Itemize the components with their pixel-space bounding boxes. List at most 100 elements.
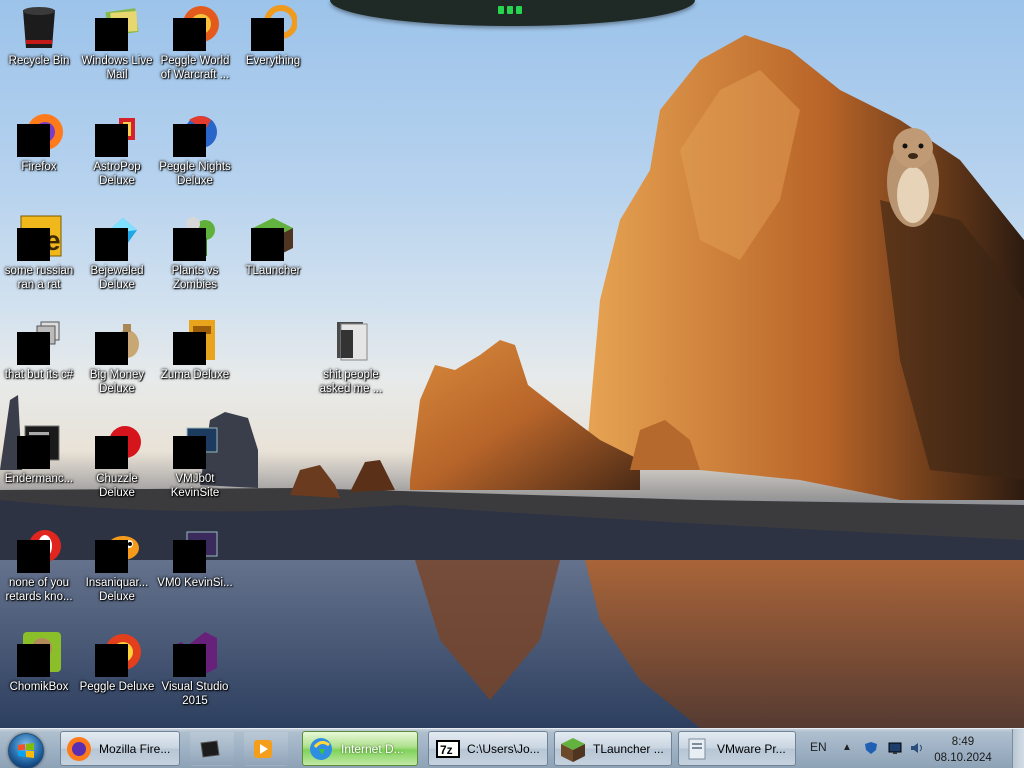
recycle-bin-icon [15,4,63,52]
insaniquarium-icon [93,526,141,574]
desktop-icon-label: Endermanc... [4,473,74,485]
taskbar-button-internet-download-manager[interactable]: Internet D... [302,731,418,766]
desktop-icon-label: Recycle Bin [8,55,70,67]
desktop-icon-insaniquarium[interactable]: Insaniquar... Deluxe [78,526,156,604]
vmware-icon [683,735,711,763]
desktop-icon-that-but-its-csharp[interactable]: that but its c# [0,318,78,382]
desktop-icon-tlauncher[interactable]: TLauncher [234,214,312,278]
desktop-icon-label: Chuzzle Deluxe [96,473,138,499]
desktop-icon-everything[interactable]: Everything [234,4,312,68]
opera-icon [15,526,63,574]
visual-studio-icon [171,630,219,678]
bejeweled-icon [93,214,141,262]
tlauncher-icon [249,214,297,262]
desktop-icon-plants-vs-zombies[interactable]: Plants vs Zombies [156,214,234,292]
volume-icon[interactable] [910,741,924,755]
firefox-icon [65,735,93,763]
taskbar-button-label: Internet D... [341,741,404,756]
desktop-icon-label: Zuma Deluxe [160,369,230,381]
desktop-icon-label: TLauncher [245,265,301,277]
desktop-icon-label: some russian ran a rat [4,265,74,291]
taskbar-button-7zip[interactable]: 7z C:\Users\Jo... [428,731,548,766]
desktop-icon-zuma[interactable]: Zuma Deluxe [156,318,234,382]
desktop-icon-some-russian[interactable]: e some russian ran a rat [0,214,78,292]
desktop-icon-shit-people-asked[interactable]: shit people asked me ... [312,318,390,396]
language-indicator[interactable]: EN [810,740,827,754]
plants-vs-zombies-icon [171,214,219,262]
desktop-icon-peggle-deluxe[interactable]: Peggle Deluxe [78,630,156,694]
desktop-icon-windows-live-mail[interactable]: Windows Live Mail [78,4,156,82]
desktop-icon-bejeweled[interactable]: Bejeweled Deluxe [78,214,156,292]
clock-time: 8:49 [951,736,975,748]
taskbar-button-label: C:\Users\Jo... [467,741,540,756]
desktop-icon-label: Big Money Deluxe [89,369,145,395]
desktop-icon-label: Plants vs Zombies [171,265,219,291]
desktop-icon-label: Windows Live Mail [81,55,153,81]
terminal-icon [15,422,63,470]
taskbar-button-firefox[interactable]: Mozilla Fire... [60,731,180,766]
desktop-icon-label: Insaniquar... Deluxe [85,577,149,603]
start-button[interactable] [4,731,50,768]
desktop-icon-chomikbox[interactable]: ChomikBox [0,630,78,694]
desktop-icon-chuzzle[interactable]: Chuzzle Deluxe [78,422,156,500]
system-tray: EN ▲ 8:49 08.10.2024 [800,729,1024,768]
windows-live-mail-icon [93,4,141,52]
internet-download-manager-icon [307,735,335,763]
chomikbox-icon [15,630,63,678]
desktop-icon-endermanc[interactable]: Endermanc... [0,422,78,486]
everything-search-icon [249,4,298,52]
taskbar: Mozilla Fire... Internet D... 7z C:\User… [0,728,1024,768]
desktop-icon-label: shit people asked me ... [319,369,383,395]
7zip-icon: 7z [433,735,461,763]
windows-orb-icon [8,733,44,768]
desktop-icon-label: Peggle Deluxe [79,681,155,693]
desktop-icon-recycle-bin[interactable]: Recycle Bin [0,4,78,68]
desktop-icon-vm0-kevinsite[interactable]: VM0 KevinSi... [156,526,234,590]
peggle-wow-icon [171,4,219,52]
desktop-icon-firefox[interactable]: Firefox [0,110,78,174]
russian-rat-icon: e [15,214,63,262]
desktop-icon-none-of-you[interactable]: none of you retards kno... [0,526,78,604]
taskbar-button-black-app[interactable] [190,731,234,766]
shield-icon[interactable] [864,741,878,755]
taskbar-button-media-player[interactable] [244,731,288,766]
desktop-icon-label: VM0 KevinSi... [157,577,233,589]
desktop-icon-label: Firefox [21,161,57,173]
chuzzle-icon [93,422,141,470]
tlauncher-icon [559,735,587,763]
taskbar-button-vmware[interactable]: VMware Pr... [678,731,796,766]
desktop-icon-label: Visual Studio 2015 [161,681,229,707]
taskbar-button-label: TLauncher ... [593,741,664,756]
desktop-icon-visual-studio[interactable]: Visual Studio 2015 [156,630,234,708]
desktop-icon-label: Peggle Nights Deluxe [159,161,231,187]
taskbar-button-label: Mozilla Fire... [99,741,171,756]
desktop-icon-label: AstroPop Deluxe [93,161,141,187]
desktop-icon-peggle-wow[interactable]: Peggle World of Warcraft ... [156,4,234,82]
svg-text:7z: 7z [440,743,453,757]
taskbar-button-label: VMware Pr... [717,741,786,756]
money-bag-icon [93,318,141,366]
desktop-icon-label: none of you retards kno... [5,577,73,603]
notch-indicator-icon [498,6,522,14]
clock[interactable]: 8:49 08.10.2024 [928,734,998,766]
vm-screenshot-icon [171,526,219,574]
peggle-icon [93,630,141,678]
zuma-icon [171,318,219,366]
desktop-icon-label: ChomikBox [9,681,69,693]
desktop-icon-astropop[interactable]: AstroPop Deluxe [78,110,156,188]
taskbar-button-tlauncher[interactable]: TLauncher ... [554,731,672,766]
media-player-icon [249,735,277,763]
app-stack-icon [15,318,63,366]
desktop-icon-vmjb0t[interactable]: VMJb0t KevinSite [156,422,234,500]
show-hidden-icons-icon[interactable]: ▲ [842,742,852,753]
folder-icon [327,318,375,366]
desktop-icon-label: that but its c# [4,369,74,381]
desktop-icon-peggle-nights[interactable]: Peggle Nights Deluxe [156,110,234,188]
vm-screenshot-icon [171,422,219,470]
desktop-icon-big-money[interactable]: Big Money Deluxe [78,318,156,396]
black-app-icon [195,735,223,763]
monitor-icon[interactable] [888,741,902,755]
peggle-nights-icon [171,110,219,158]
desktop-icon-label: Bejeweled Deluxe [90,265,144,291]
show-desktop-button[interactable] [1012,729,1024,768]
